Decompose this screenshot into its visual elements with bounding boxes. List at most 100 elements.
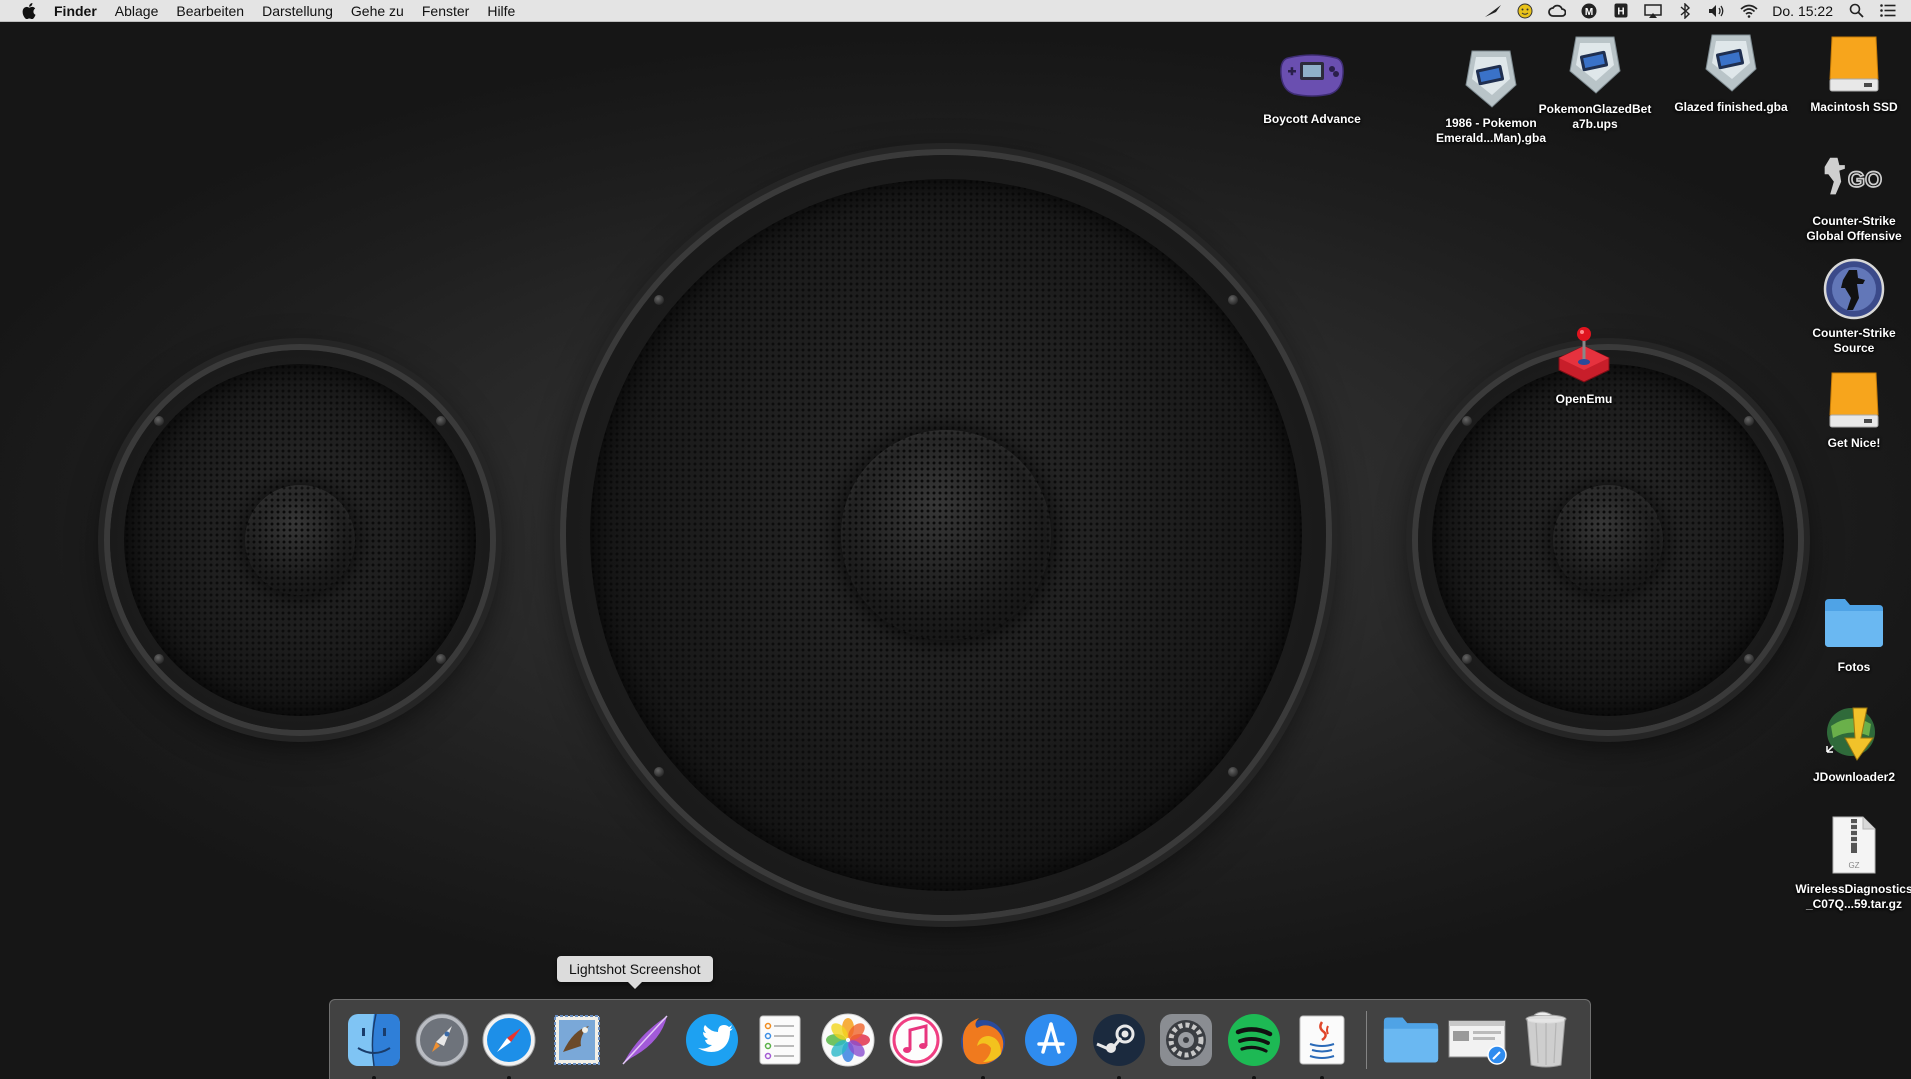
apple-menu-icon[interactable]	[18, 2, 40, 19]
running-indicator	[1319, 1075, 1324, 1079]
dock-spotify[interactable]	[1220, 1006, 1288, 1079]
lightshot-feather-icon	[622, 1014, 668, 1065]
desktop-icon-label: Macintosh SSD	[1810, 100, 1898, 114]
desktop-icon-label: PokemonGlazedBeta7b.ups	[1538, 102, 1652, 131]
desktop-icon-label: WirelessDiagnostics_C07Q...59.tar.gz	[1795, 882, 1911, 911]
dock-photos[interactable]	[814, 1006, 882, 1074]
desktop-icon-label: OpenEmu	[1555, 392, 1613, 406]
dock-twitter[interactable]	[679, 1006, 747, 1074]
dock-downloads-stack[interactable]	[1445, 1006, 1513, 1074]
menu-bearbeiten[interactable]: Bearbeiten	[176, 3, 244, 19]
desktop-icon-label: Fotos	[1837, 660, 1871, 674]
desktop-icon-get-nice[interactable]: Get Nice!	[1799, 366, 1909, 451]
smiley-icon[interactable]	[1516, 3, 1534, 19]
h-icon[interactable]: H	[1612, 3, 1630, 19]
dock-reminders[interactable]	[746, 1006, 814, 1074]
status-area: M H Do. 15:22	[1484, 2, 1911, 19]
dock-tooltip: Lightshot Screenshot	[557, 956, 713, 989]
dock-java[interactable]	[1288, 1006, 1356, 1079]
menu-clock[interactable]: Do. 15:22	[1772, 3, 1833, 19]
rom-cartridge-icon	[1562, 32, 1628, 98]
csgo-icon: GO	[1821, 144, 1887, 210]
desktop-icon-pokemon-glazed-ups[interactable]: PokemonGlazedBeta7b.ups	[1539, 32, 1651, 132]
menu-hilfe[interactable]: Hilfe	[487, 3, 515, 19]
dock-system-preferences[interactable]	[1153, 1006, 1221, 1074]
desktop-icon-openemu[interactable]: OpenEmu	[1529, 322, 1639, 407]
desktop-icon-jdownloader[interactable]: JDownloader2	[1799, 700, 1909, 785]
running-indicator	[1252, 1075, 1257, 1079]
desktop-icon-label: JDownloader2	[1812, 770, 1896, 784]
gameboy-advance-icon	[1279, 42, 1345, 108]
running-indicator	[1116, 1075, 1121, 1079]
desktop-icon-label: Get Nice!	[1827, 436, 1881, 450]
bluetooth-icon[interactable]	[1676, 2, 1694, 19]
launchpad-icon	[415, 1013, 469, 1066]
drive-icon	[1821, 30, 1887, 96]
running-indicator	[981, 1075, 986, 1079]
dock-lightshot[interactable]	[611, 1006, 679, 1074]
desktop-icon-label: Boycott Advance	[1263, 112, 1361, 126]
rom-cartridge-icon	[1458, 46, 1524, 112]
jdownloader-icon	[1821, 700, 1887, 766]
wallpaper-speaker-left	[110, 350, 490, 730]
twitter-icon	[686, 1013, 739, 1066]
desktop-icon-label: Counter-Strike Global Offensive	[1806, 214, 1902, 243]
menu-ablage[interactable]: Ablage	[115, 3, 159, 19]
dock-mail[interactable]	[543, 1006, 611, 1074]
desktop-icon-label: Glazed finished.gba	[1674, 100, 1788, 114]
drive-icon	[1821, 366, 1887, 432]
running-indicator	[371, 1075, 376, 1079]
spotify-icon	[1228, 1013, 1281, 1066]
desktop-icon-cs-source[interactable]: Counter-Strike Source	[1799, 256, 1909, 356]
airplay-icon[interactable]	[1644, 3, 1663, 19]
folder-icon	[1821, 590, 1887, 656]
desktop-icon-csgo[interactable]: GO Counter-Strike Global Offensive	[1799, 144, 1909, 244]
desktop-icon-glazed-finished[interactable]: Glazed finished.gba	[1674, 30, 1788, 115]
desktop-icon-macintosh-ssd[interactable]: Macintosh SSD	[1799, 30, 1909, 115]
css-icon	[1821, 256, 1887, 322]
mail-icon	[554, 1014, 601, 1065]
java-icon	[1299, 1015, 1345, 1064]
dock-separator	[1365, 1010, 1367, 1069]
svg-text:H: H	[1618, 7, 1625, 18]
spotlight-icon[interactable]	[1847, 3, 1865, 19]
svg-text:GZ: GZ	[1848, 861, 1859, 870]
menu-bar: Finder Ablage Bearbeiten Darstellung Geh…	[0, 0, 1911, 22]
reminders-icon	[759, 1015, 801, 1064]
desktop-icon-fotos[interactable]: Fotos	[1799, 590, 1909, 675]
notification-center-icon[interactable]	[1879, 3, 1897, 19]
desktop-icon-pokemon-emerald[interactable]: 1986 - Pokemon Emerald...Man).gba	[1436, 46, 1546, 146]
dock-trash[interactable]	[1512, 1006, 1580, 1074]
joystick-icon	[1551, 322, 1617, 388]
folder-icon	[1383, 1017, 1438, 1062]
desktop-icon-wireless-diag[interactable]: GZ WirelessDiagnostics_C07Q...59.tar.gz	[1795, 812, 1911, 912]
dock-itunes[interactable]	[882, 1006, 950, 1074]
steam-icon	[1092, 1013, 1145, 1066]
dock-finder[interactable]	[340, 1006, 408, 1079]
dock-safari[interactable]	[475, 1006, 543, 1079]
creative-cloud-icon[interactable]	[1548, 3, 1567, 19]
menu-finder[interactable]: Finder	[54, 3, 97, 19]
wifi-icon[interactable]	[1740, 3, 1758, 19]
volume-icon[interactable]	[1708, 3, 1726, 19]
safari-icon	[482, 1013, 536, 1066]
menu-gehe-zu[interactable]: Gehe zu	[351, 3, 404, 19]
dock-steam[interactable]	[1085, 1006, 1153, 1079]
desktop-icon-boycott-advance[interactable]: Boycott Advance	[1257, 42, 1367, 127]
photos-icon	[821, 1013, 875, 1066]
running-indicator	[507, 1075, 512, 1079]
system-preferences-icon	[1160, 1013, 1213, 1066]
dock-app-store[interactable]	[1017, 1006, 1085, 1074]
dock-firefox[interactable]	[949, 1006, 1017, 1079]
dock	[329, 999, 1591, 1079]
dock-launchpad[interactable]	[408, 1006, 476, 1074]
dock-folder-stack[interactable]	[1377, 1006, 1445, 1074]
gz-archive-icon: GZ	[1821, 812, 1887, 878]
trash-icon	[1525, 1011, 1567, 1067]
menu-darstellung[interactable]: Darstellung	[262, 3, 333, 19]
downloads-stack-icon	[1448, 1020, 1508, 1065]
menu-fenster[interactable]: Fenster	[422, 3, 469, 19]
svg-text:M: M	[1585, 7, 1593, 18]
quill-icon[interactable]	[1484, 3, 1502, 19]
m-icon[interactable]: M	[1580, 3, 1598, 19]
